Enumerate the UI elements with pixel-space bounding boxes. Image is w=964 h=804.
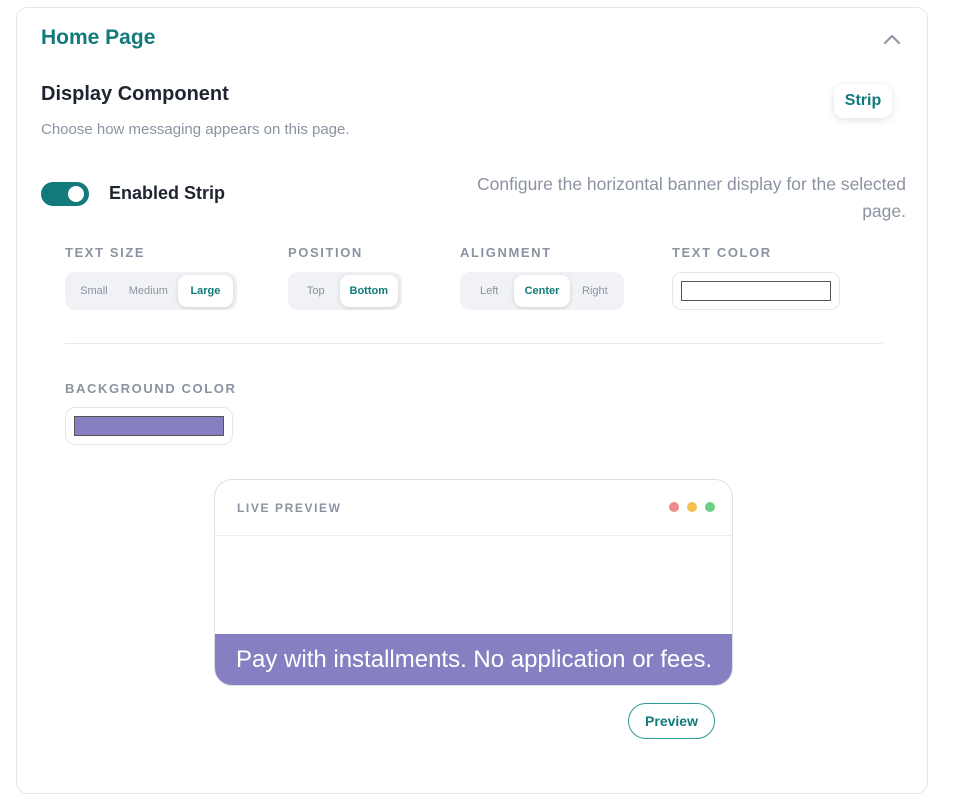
display-component-title: Display Component xyxy=(41,83,229,105)
alignment-center[interactable]: Center xyxy=(514,275,570,307)
chevron-up-icon[interactable] xyxy=(881,28,903,50)
position-label: POSITION xyxy=(288,245,363,260)
text-size-large[interactable]: Large xyxy=(177,275,233,307)
position-bottom[interactable]: Bottom xyxy=(339,275,398,307)
divider xyxy=(65,343,882,344)
alignment-left[interactable]: Left xyxy=(464,275,514,307)
red-dot-icon xyxy=(669,502,679,512)
text-size-medium[interactable]: Medium xyxy=(119,275,178,307)
preview-separator xyxy=(215,535,732,536)
strip-word: Strip xyxy=(184,183,226,203)
display-component-subtitle: Choose how messaging appears on this pag… xyxy=(41,121,350,138)
enabled-word: Enabled xyxy=(109,183,180,203)
text-size-small[interactable]: Small xyxy=(69,275,119,307)
alignment-right[interactable]: Right xyxy=(570,275,620,307)
preview-banner: Pay with installments. No application or… xyxy=(215,634,732,685)
yellow-dot-icon xyxy=(687,502,697,512)
enabled-toggle[interactable] xyxy=(41,182,89,206)
text-color-picker xyxy=(672,272,840,310)
position-segmented: Top Bottom xyxy=(288,272,402,310)
text-color-swatch[interactable] xyxy=(681,281,831,301)
text-size-segmented: Small Medium Large xyxy=(65,272,237,310)
text-size-label: TEXT SIZE xyxy=(65,245,146,260)
live-preview-title: LIVE PREVIEW xyxy=(237,501,342,515)
preview-button[interactable]: Preview xyxy=(628,703,715,739)
background-color-swatch[interactable] xyxy=(74,416,224,436)
green-dot-icon xyxy=(705,502,715,512)
background-color-label: BACKGROUND COLOR xyxy=(65,381,237,396)
live-preview-card: LIVE PREVIEW Pay with installments. No a… xyxy=(214,479,733,686)
section-title: Home Page xyxy=(41,26,156,49)
home-page-card: Home Page Display Component Choose how m… xyxy=(16,7,928,794)
strip-badge[interactable]: Strip xyxy=(834,84,892,118)
background-color-picker xyxy=(65,407,233,445)
configure-description: Configure the horizontal banner display … xyxy=(476,174,906,221)
alignment-label: ALIGNMENT xyxy=(460,245,552,260)
enabled-label: Enabled Strip xyxy=(109,183,230,204)
toggle-knob xyxy=(68,186,84,202)
text-color-label: TEXT COLOR xyxy=(672,245,772,260)
position-top[interactable]: Top xyxy=(292,275,340,307)
alignment-segmented: Left Center Right xyxy=(460,272,624,310)
